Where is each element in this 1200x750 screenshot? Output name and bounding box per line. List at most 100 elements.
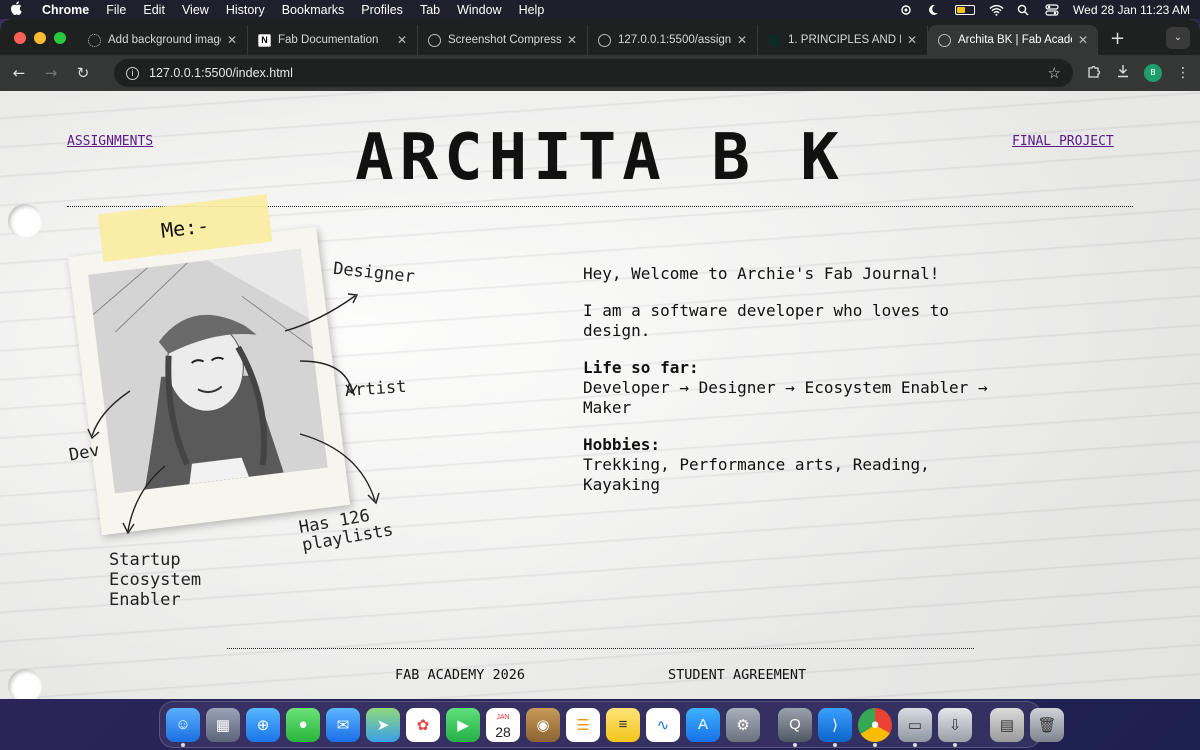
control-center-icon[interactable] xyxy=(1045,3,1059,16)
tab-title: Fab Documentation xyxy=(278,34,379,46)
openai-icon xyxy=(88,33,101,47)
trash-icon[interactable]: 🗑 xyxy=(1030,707,1064,742)
tab-fab-documentation[interactable]: N Fab Documentation ✕ xyxy=(248,25,418,55)
messages-icon[interactable]: ● xyxy=(286,707,320,742)
moon-icon[interactable] xyxy=(927,4,941,16)
tab-title: Archita BK | Fab Acade xyxy=(958,34,1072,46)
chrome-icon[interactable]: ● xyxy=(858,707,892,747)
tab-title: Screenshot Compresso xyxy=(448,34,561,46)
footer-fab-academy[interactable]: FAB ACADEMY 2026 xyxy=(395,667,525,683)
annotation-arrows xyxy=(87,293,380,535)
window-controls xyxy=(14,32,66,44)
battery-icon[interactable] xyxy=(955,4,976,15)
vscode-icon[interactable]: ⟩ xyxy=(818,707,852,747)
new-tab-plus-icon[interactable]: + xyxy=(1110,28,1125,49)
menu-app-chrome[interactable]: Chrome xyxy=(42,3,89,17)
mail-icon[interactable]: ✉ xyxy=(326,707,360,742)
tab-assignments-local[interactable]: 127.0.0.1:5500/assignm ✕ xyxy=(588,25,758,55)
finder-icon[interactable]: ☺ xyxy=(166,707,200,747)
footer-divider xyxy=(227,648,974,649)
menu-history[interactable]: History xyxy=(226,3,265,17)
bio-section: Hey, Welcome to Archie's Fab Journal! I … xyxy=(583,264,1013,512)
close-window-button[interactable] xyxy=(14,32,26,44)
quicktime-icon[interactable]: Q xyxy=(778,707,812,747)
address-url[interactable]: 127.0.0.1:5500/index.html xyxy=(149,66,293,80)
contacts-icon[interactable]: ◉ xyxy=(526,707,560,742)
close-tab-icon[interactable]: ✕ xyxy=(907,33,917,47)
freeform-icon[interactable]: ∿ xyxy=(646,707,680,742)
tab-strip: Add background image ✕ N Fab Documentati… xyxy=(0,19,1200,55)
app-store-icon[interactable]: A xyxy=(686,707,720,742)
welcome-text: Hey, Welcome to Archie's Fab Journal! xyxy=(583,264,940,283)
launchpad-icon[interactable]: ▦ xyxy=(206,707,240,742)
browser-toolbar: ← → ↻ i 127.0.0.1:5500/index.html ☆ B ⋮ xyxy=(0,55,1200,91)
reload-icon[interactable]: ↻ xyxy=(74,64,92,82)
tab-add-background-image[interactable]: Add background image ✕ xyxy=(78,25,248,55)
close-tab-icon[interactable]: ✕ xyxy=(567,33,577,47)
tab-search-chevron-icon[interactable]: ⌄ xyxy=(1166,27,1190,49)
preview-icon[interactable]: ▭ xyxy=(898,707,932,747)
more-menu-icon[interactable]: ⋮ xyxy=(1176,65,1190,81)
safari-icon[interactable]: ⊕ xyxy=(246,707,280,742)
menu-bookmarks[interactable]: Bookmarks xyxy=(282,3,345,17)
tab-archita-bk[interactable]: Archita BK | Fab Acade ✕ xyxy=(928,25,1098,55)
spotlight-search-icon[interactable] xyxy=(1017,4,1031,16)
menu-profiles[interactable]: Profiles xyxy=(361,3,403,17)
menu-file[interactable]: File xyxy=(106,3,126,17)
control-tool-icon[interactable] xyxy=(899,4,913,16)
notes-icon[interactable]: ≡ xyxy=(606,707,640,742)
tab-principles[interactable]: 1. PRINCIPLES AND PRA ✕ xyxy=(758,25,928,55)
close-tab-icon[interactable]: ✕ xyxy=(1078,33,1088,47)
life-heading: Life so far: xyxy=(583,358,699,377)
menu-help[interactable]: Help xyxy=(519,3,545,17)
close-tab-icon[interactable]: ✕ xyxy=(737,33,747,47)
facetime-icon[interactable]: ▶ xyxy=(446,707,480,742)
maps-icon[interactable]: ➤ xyxy=(366,707,400,742)
apple-icon[interactable] xyxy=(10,0,24,19)
status-area: Wed 28 Jan 11:23 AM xyxy=(899,3,1190,17)
menu-tab[interactable]: Tab xyxy=(420,3,440,17)
minimize-window-button[interactable] xyxy=(34,32,46,44)
close-tab-icon[interactable]: ✕ xyxy=(227,33,237,47)
notion-icon: N xyxy=(258,33,271,47)
back-arrow-icon[interactable]: ← xyxy=(10,64,28,82)
menu-clock[interactable]: Wed 28 Jan 11:23 AM xyxy=(1073,3,1190,17)
intro-text: I am a software developer who loves to d… xyxy=(583,301,950,340)
tab-title: Add background image xyxy=(108,34,221,46)
calendar-month: JAN xyxy=(496,713,510,721)
dock: ☺ ▦ ⊕ ● ✉ ➤ ✿ ▶ JAN 28 ◉ ☰ ≡ ∿ A ⚙ Q ⟩ ●… xyxy=(159,701,1064,748)
downloads-folder-icon[interactable]: ⇩ xyxy=(938,707,972,747)
menu-edit[interactable]: Edit xyxy=(143,3,165,17)
site-info-icon[interactable]: i xyxy=(126,66,139,80)
zoom-window-button[interactable] xyxy=(54,32,66,44)
label-startup-line1: Startup xyxy=(109,550,181,570)
bookmark-star-icon[interactable]: ☆ xyxy=(1048,64,1061,82)
wifi-icon[interactable] xyxy=(989,4,1004,16)
footer-student-agreement[interactable]: STUDENT AGREEMENT xyxy=(668,667,806,683)
close-tab-icon[interactable]: ✕ xyxy=(397,33,407,47)
address-bar[interactable]: i 127.0.0.1:5500/index.html ☆ xyxy=(114,59,1073,87)
calendar-icon[interactable]: JAN 28 xyxy=(486,707,520,742)
tab-screenshot-compressor[interactable]: Screenshot Compresso ✕ xyxy=(418,25,588,55)
label-startup-line2: Ecosystem xyxy=(109,570,202,590)
graduation-cap-icon xyxy=(768,33,781,47)
reminders-icon[interactable]: ☰ xyxy=(566,707,600,742)
menu-window[interactable]: Window xyxy=(457,3,501,17)
photos-icon[interactable]: ✿ xyxy=(406,707,440,742)
hobbies-text: Trekking, Performance arts, Reading, Kay… xyxy=(583,455,930,494)
download-icon[interactable] xyxy=(1116,64,1130,82)
extensions-puzzle-icon[interactable] xyxy=(1087,64,1102,83)
system-settings-icon[interactable]: ⚙ xyxy=(726,707,760,742)
life-block: Life so far: Developer → Designer → Ecos… xyxy=(583,358,1013,418)
browser-window: Add background image ✕ N Fab Documentati… xyxy=(0,19,1200,699)
menu-view[interactable]: View xyxy=(182,3,209,17)
hobbies-block: Hobbies: Trekking, Performance arts, Rea… xyxy=(583,435,1013,495)
label-startup-line3: Enabler xyxy=(109,590,181,610)
life-text: Developer → Designer → Ecosystem Enabler… xyxy=(583,378,988,417)
menu-bar: Chrome File Edit View History Bookmarks … xyxy=(0,0,1200,19)
forward-arrow-icon[interactable]: → xyxy=(42,64,60,82)
profile-avatar[interactable]: B xyxy=(1144,64,1162,82)
calendar-day: 28 xyxy=(495,723,511,740)
web-page: ASSIGNMENTS FINAL PROJECT ARCHITA B K Me… xyxy=(0,91,1200,699)
archive-utility-icon[interactable]: ▤ xyxy=(990,707,1024,742)
